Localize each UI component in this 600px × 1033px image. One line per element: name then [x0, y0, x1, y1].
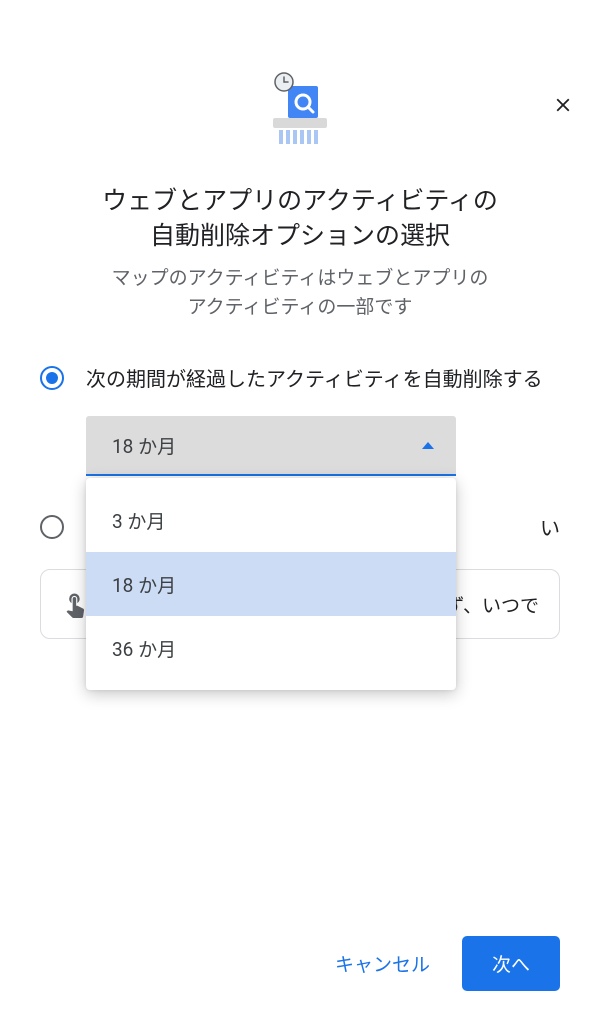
shredder-illustration	[255, 68, 345, 158]
touch-icon	[61, 590, 89, 618]
duration-option-36-months[interactable]: 36 か月	[86, 616, 456, 680]
next-button[interactable]: 次へ	[462, 936, 560, 991]
duration-dropdown-menu: 3 か月 18 か月 36 か月	[86, 478, 456, 690]
close-button[interactable]	[548, 90, 578, 120]
radio-auto-delete[interactable]	[40, 366, 64, 390]
caret-up-icon	[422, 442, 434, 449]
option-auto-delete-label: 次の期間が経過したアクティビティを自動削除する	[86, 365, 543, 394]
subtitle-line-2: アクティビティの一部です	[188, 295, 413, 318]
page-title: ウェブとアプリのアクティビティの 自動削除オプションの選択	[62, 184, 538, 254]
title-line-1: ウェブとアプリのアクティビティの	[102, 187, 498, 216]
duration-dropdown[interactable]: 18 か月	[86, 416, 456, 476]
duration-option-18-months[interactable]: 18 か月	[86, 552, 456, 616]
duration-selected-value: 18 か月	[112, 432, 176, 459]
title-line-2: 自動削除オプションの選択	[150, 222, 450, 251]
close-icon	[552, 94, 574, 116]
subtitle-line-1: マップのアクティビティはウェブとアプリの	[112, 266, 489, 289]
radio-dont-delete[interactable]	[40, 515, 64, 539]
option-auto-delete[interactable]: 次の期間が経過したアクティビティを自動削除する	[40, 365, 560, 394]
option-dont-delete-label-tail: い	[540, 514, 560, 543]
page-subtitle: マップのアクティビティはウェブとアプリの アクティビティの一部です	[72, 264, 529, 321]
cancel-button[interactable]: キャンセル	[317, 940, 448, 987]
duration-option-3-months[interactable]: 3 か月	[86, 488, 456, 552]
